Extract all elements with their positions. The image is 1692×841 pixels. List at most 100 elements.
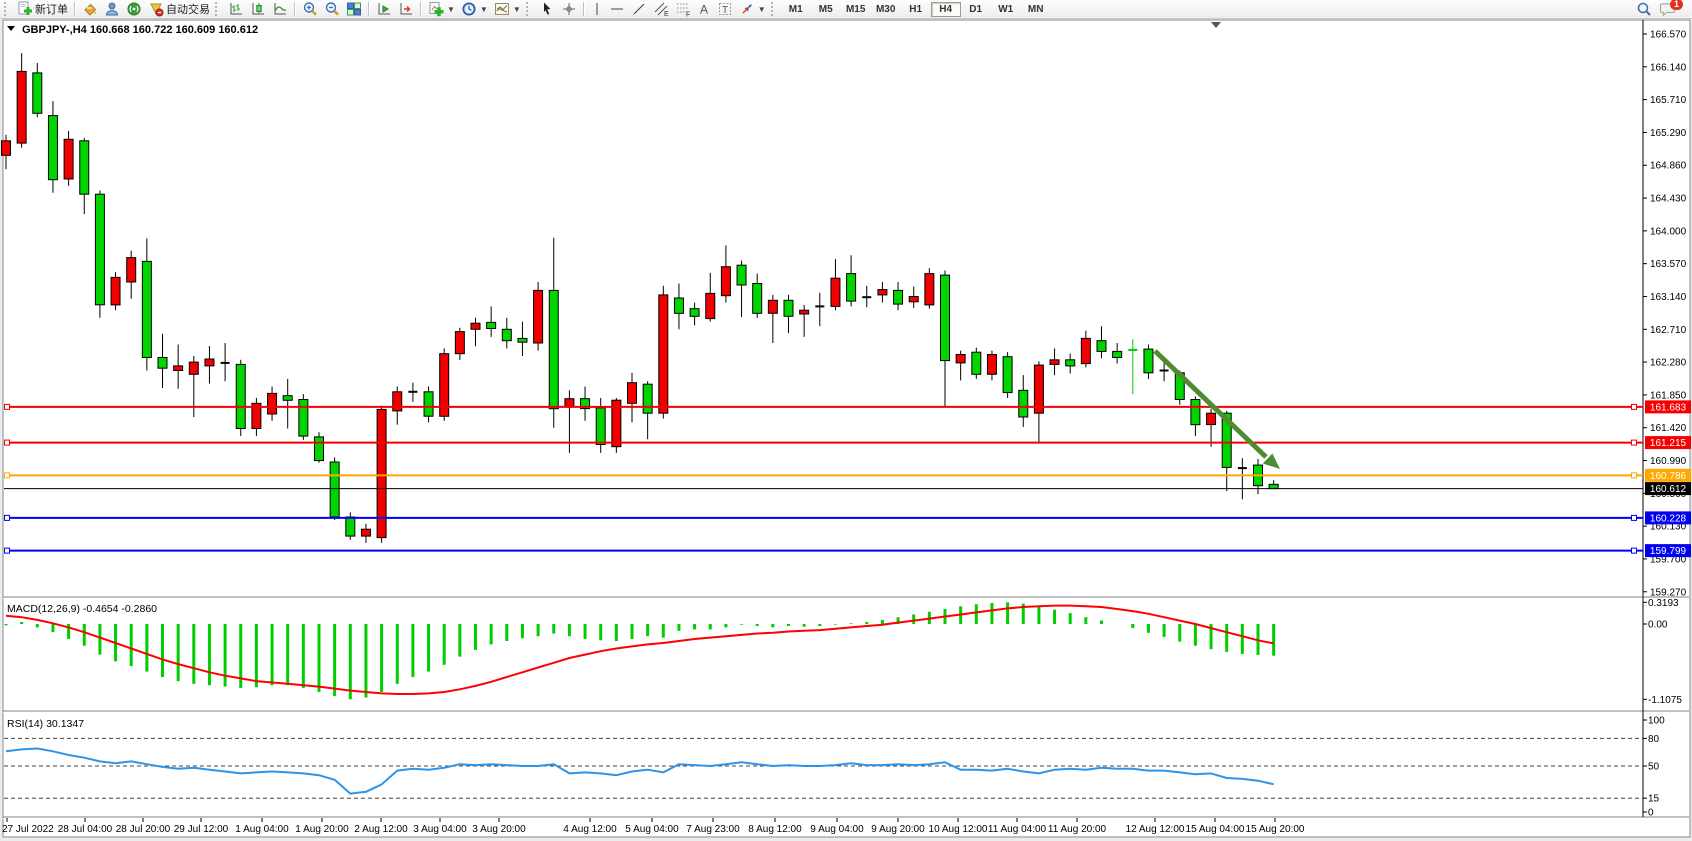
equidistant-channel-button[interactable]: E: [650, 0, 672, 19]
line-anchor-marker[interactable]: [5, 515, 10, 520]
notifications-button[interactable]: 1: [1656, 0, 1680, 19]
dropdown-caret-icon: ▼: [480, 5, 488, 14]
candle-body: [909, 297, 918, 302]
svg-text:A: A: [700, 3, 708, 17]
candle-body: [878, 290, 887, 295]
line-anchor-marker[interactable]: [5, 548, 10, 553]
signals-button[interactable]: [123, 0, 145, 19]
toolbar-grip[interactable]: [771, 2, 778, 16]
line-anchor-marker[interactable]: [1632, 404, 1637, 409]
text-button[interactable]: A: [694, 0, 714, 19]
candle-body: [972, 352, 981, 374]
line-anchor-marker[interactable]: [1632, 440, 1637, 445]
date-label: 27 Jul 2022: [2, 824, 54, 835]
line-chart-button[interactable]: [269, 0, 291, 19]
crosshair-button[interactable]: [558, 0, 580, 19]
timeframe-D1[interactable]: D1: [961, 2, 991, 17]
candle-body: [80, 141, 89, 194]
date-label: 15 Aug 04:00: [1186, 824, 1245, 835]
indicators-button[interactable]: ▼: [425, 0, 458, 19]
toolbar-grip[interactable]: [4, 2, 11, 16]
auto-scroll-button[interactable]: [373, 0, 395, 19]
date-label: 4 Aug 12:00: [563, 824, 617, 835]
candle-body: [674, 298, 683, 313]
candle-body: [941, 275, 950, 361]
tile-windows-button[interactable]: [343, 0, 365, 19]
arrows-tool-button[interactable]: ▼: [736, 0, 769, 19]
timeframe-M5[interactable]: M5: [811, 2, 841, 17]
separator: [74, 2, 76, 16]
search-button[interactable]: [1632, 0, 1656, 19]
tile-windows-icon: [346, 1, 362, 17]
price-tick-label: 166.570: [1650, 30, 1687, 41]
horizontal-line-button[interactable]: [606, 0, 628, 19]
macd-tick-label: 0.3193: [1648, 598, 1679, 609]
date-label: 28 Jul 20:00: [116, 824, 171, 835]
date-label: 28 Jul 04:00: [58, 824, 113, 835]
svg-text:F: F: [686, 12, 690, 18]
arrows-tool-icon: [739, 1, 755, 17]
paint-bucket-icon: [82, 1, 98, 17]
price-tick-label: 162.280: [1650, 358, 1687, 369]
candle-body: [956, 355, 965, 363]
candlestick-button[interactable]: [247, 0, 269, 19]
timeframe-M1[interactable]: M1: [781, 2, 811, 17]
candle-body: [518, 338, 527, 342]
periods-clock-icon: [461, 1, 477, 17]
zoom-out-button[interactable]: [321, 0, 343, 19]
cursor-button[interactable]: [536, 0, 558, 19]
candle-body: [236, 364, 245, 428]
community-person-icon: [104, 1, 120, 17]
candle-body: [753, 284, 762, 314]
trendline-icon: [631, 1, 647, 17]
bar-chart-button[interactable]: [225, 0, 247, 19]
timeframe-M15[interactable]: M15: [841, 2, 871, 17]
candle-body: [565, 399, 574, 407]
vertical-line-button[interactable]: [588, 0, 606, 19]
timeframe-MN[interactable]: MN: [1021, 2, 1051, 17]
candle-body: [737, 265, 746, 285]
price-tick-label: 160.990: [1650, 456, 1687, 467]
chart-canvas[interactable]: 166.570166.140165.710165.290164.860164.4…: [0, 19, 1692, 841]
timeframe-H1[interactable]: H1: [901, 2, 931, 17]
rsi-tick-label: 80: [1648, 734, 1660, 745]
line-anchor-marker[interactable]: [1632, 548, 1637, 553]
candle-body: [346, 517, 355, 536]
trendline-button[interactable]: [628, 0, 650, 19]
toolbar-grip[interactable]: [215, 2, 222, 16]
candle-body: [48, 116, 57, 180]
fibonacci-button[interactable]: F: [672, 0, 694, 19]
timeframe-M30[interactable]: M30: [871, 2, 901, 17]
macd-tick-label: -1.1075: [1648, 695, 1682, 706]
text-label-icon: T: [717, 1, 733, 17]
styler-button[interactable]: [79, 0, 101, 19]
candle-body: [706, 293, 715, 318]
chart-shift-icon: [398, 1, 414, 17]
periods-button[interactable]: ▼: [458, 0, 491, 19]
line-anchor-marker[interactable]: [5, 473, 10, 478]
autotrading-button[interactable]: 自动交易: [145, 0, 213, 19]
candle-body: [987, 355, 996, 375]
line-anchor-marker[interactable]: [1632, 515, 1637, 520]
line-anchor-marker[interactable]: [5, 440, 10, 445]
chart-shift-button[interactable]: [395, 0, 417, 19]
candle-body: [283, 396, 292, 401]
templates-button[interactable]: ▼: [491, 0, 524, 19]
line-anchor-marker[interactable]: [5, 404, 10, 409]
zoom-in-button[interactable]: [299, 0, 321, 19]
candle-body: [315, 437, 324, 461]
price-tick-label: 163.570: [1650, 259, 1687, 270]
macd-tick-label: 0.00: [1648, 620, 1668, 631]
timeframe-H4[interactable]: H4: [931, 2, 961, 17]
dropdown-caret-icon: ▼: [447, 5, 455, 14]
date-label: 9 Aug 20:00: [871, 824, 925, 835]
new-order-button[interactable]: 新订单: [14, 0, 71, 19]
line-anchor-marker[interactable]: [1632, 473, 1637, 478]
candle-body: [690, 309, 699, 317]
toolbar-grip[interactable]: [526, 2, 533, 16]
candle-body: [487, 322, 496, 328]
text-label-button[interactable]: T: [714, 0, 736, 19]
date-label: 11 Aug 20:00: [1048, 824, 1107, 835]
community-button[interactable]: [101, 0, 123, 19]
timeframe-W1[interactable]: W1: [991, 2, 1021, 17]
